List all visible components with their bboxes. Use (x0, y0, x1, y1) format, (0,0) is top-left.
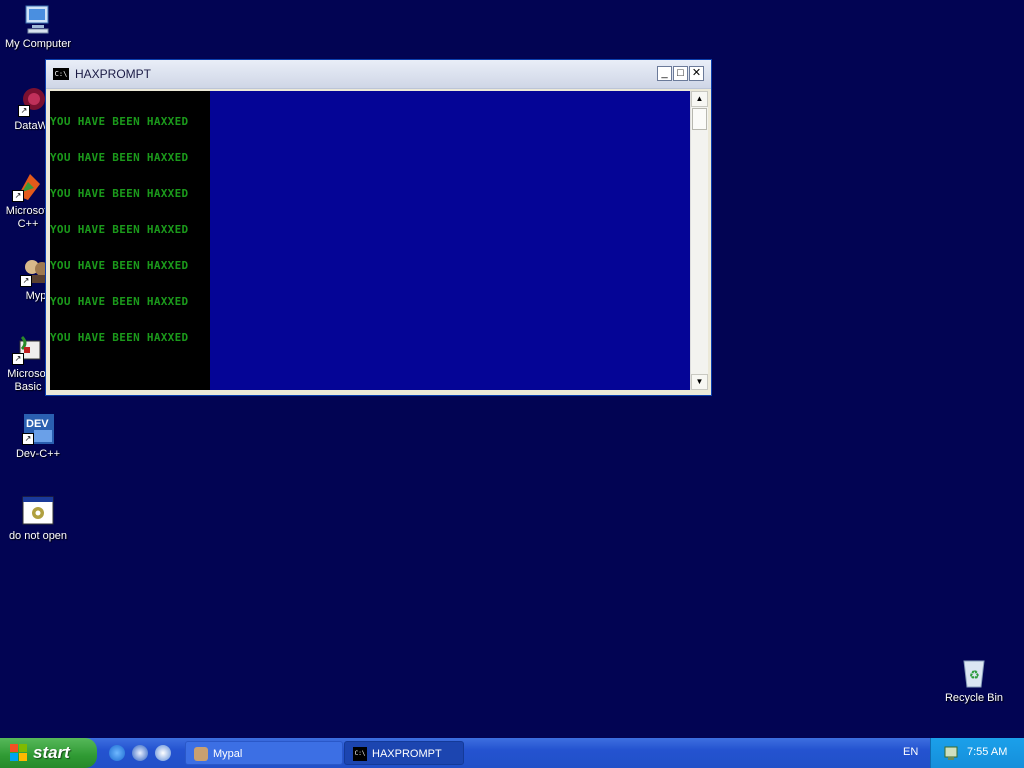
taskbar: start Mypal C:\ HAXPROMPT EN 7:55 AM (0, 738, 1024, 768)
console-icon: C:\ (53, 68, 69, 80)
window-titlebar[interactable]: C:\ HAXPROMPT _ □ ✕ (46, 60, 711, 89)
taskbar-item-label: Mypal (213, 748, 243, 760)
console-lines: YOU HAVE BEEN HAXXED YOU HAVE BEEN HAXXE… (50, 92, 188, 368)
language-indicator[interactable]: EN (903, 746, 918, 758)
console-line: YOU HAVE BEEN HAXXED (50, 151, 189, 164)
application-gear-icon (22, 495, 54, 527)
icon-label: Recycle Bin (944, 692, 1004, 704)
console-line: YOU HAVE BEEN HAXXED (50, 223, 189, 236)
my-computer-icon[interactable]: My Computer (0, 3, 76, 51)
window-title: HAXPROMPT (75, 67, 152, 81)
outlook-express-icon[interactable] (132, 745, 148, 761)
recycle-bin-icon-graphic: ♻ (958, 657, 990, 689)
close-button[interactable]: ✕ (689, 66, 704, 81)
taskbar-item-mypal[interactable]: Mypal (185, 741, 343, 765)
shortcut-arrow-icon: ↗ (12, 353, 24, 365)
console-line: YOU HAVE BEEN HAXXED (50, 115, 189, 128)
visual-basic-icon: ↗ (12, 333, 44, 365)
console-line: YOU HAVE BEEN HAXXED (50, 331, 189, 344)
shortcut-arrow-icon: ↗ (20, 275, 32, 287)
scroll-down-button[interactable]: ▼ (691, 374, 708, 390)
network-tray-icon[interactable] (943, 745, 959, 761)
icon-label: My Computer (4, 38, 72, 50)
dev-cpp-shortcut-icon[interactable]: DEV ↗ Dev-C++ (0, 413, 76, 461)
start-button[interactable]: start (0, 738, 97, 768)
scroll-thumb[interactable] (692, 108, 707, 130)
icon-label: do not open (8, 530, 68, 542)
visual-cpp-icon: ↗ (12, 170, 44, 202)
system-tray: 7:55 AM (930, 738, 1024, 768)
windows-logo-icon (10, 744, 27, 761)
console-output[interactable]: YOU HAVE BEEN HAXXED YOU HAVE BEEN HAXXE… (50, 91, 690, 390)
console-blue-area (210, 91, 690, 390)
start-label: start (33, 743, 70, 762)
taskbar-item-haxprompt[interactable]: C:\ HAXPROMPT (344, 741, 464, 765)
console-line: YOU HAVE BEEN HAXXED (50, 259, 189, 272)
console-window[interactable]: C:\ HAXPROMPT _ □ ✕ YOU HAVE BEEN HAXXED… (45, 59, 712, 396)
clock[interactable]: 7:55 AM (967, 746, 1007, 758)
minimize-button[interactable]: _ (657, 66, 672, 81)
console-icon: C:\ (353, 747, 367, 761)
recycle-bin-icon[interactable]: ♻ Recycle Bin (936, 657, 1012, 705)
shortcut-arrow-icon: ↗ (12, 190, 24, 202)
mypal-icon (194, 747, 208, 761)
svg-text:♻: ♻ (969, 668, 980, 682)
do-not-open-icon[interactable]: do not open (0, 495, 76, 543)
console-line: YOU HAVE BEEN HAXXED (50, 295, 189, 308)
taskbar-item-label: HAXPROMPT (372, 748, 442, 760)
vertical-scrollbar[interactable]: ▲ ▼ (690, 91, 708, 390)
shortcut-arrow-icon: ↗ (18, 105, 30, 117)
scroll-up-button[interactable]: ▲ (691, 91, 708, 107)
maximize-button[interactable]: □ (673, 66, 688, 81)
icon-label: Dev-C++ (15, 448, 61, 460)
computer-icon (22, 3, 54, 35)
media-player-icon[interactable] (155, 745, 171, 761)
shortcut-arrow-icon: ↗ (22, 433, 34, 445)
internet-explorer-icon[interactable] (109, 745, 125, 761)
dev-cpp-icon: DEV ↗ (22, 413, 54, 445)
svg-text:DEV: DEV (26, 418, 49, 430)
console-line: YOU HAVE BEEN HAXXED (50, 187, 189, 200)
